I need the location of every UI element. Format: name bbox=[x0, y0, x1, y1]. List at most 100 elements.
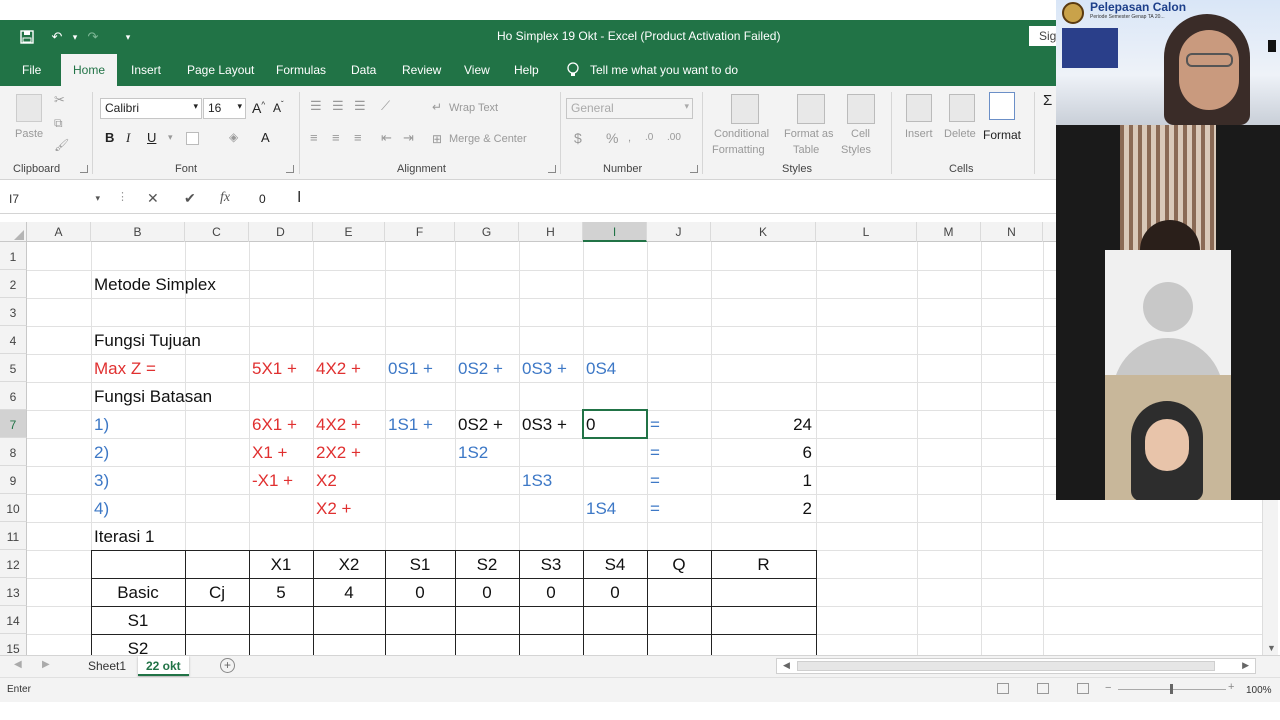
cell-g12[interactable]: S2 bbox=[455, 555, 519, 575]
cell-b6[interactable]: Fungsi Batasan bbox=[94, 387, 212, 407]
cell-e12[interactable]: X2 bbox=[313, 555, 385, 575]
row-header-12[interactable]: 12 bbox=[0, 550, 27, 578]
cell-d9[interactable]: -X1 + bbox=[252, 471, 293, 491]
row-header-8[interactable]: 8 bbox=[0, 438, 27, 466]
cell-i10[interactable]: 1S4 bbox=[586, 499, 616, 519]
decrease-font-icon[interactable]: Aˇ bbox=[273, 100, 284, 115]
align-center-icon[interactable]: ≡ bbox=[332, 130, 340, 145]
paste-button[interactable]: Paste bbox=[15, 128, 43, 140]
cell-b7[interactable]: 1) bbox=[94, 415, 109, 435]
cell-styles-label[interactable]: Cell bbox=[851, 128, 870, 140]
font-size-select[interactable]: 16 ▾ bbox=[203, 98, 246, 119]
horizontal-scrollbar[interactable]: ◀ ▶ bbox=[776, 658, 1256, 674]
redo-icon[interactable]: ↷ bbox=[84, 28, 102, 46]
column-header-n[interactable]: N bbox=[981, 222, 1043, 242]
italic-button[interactable]: I bbox=[126, 130, 130, 146]
cell-d8[interactable]: X1 + bbox=[252, 443, 287, 463]
format-cells-button[interactable]: Format bbox=[983, 128, 1021, 142]
number-format-select[interactable]: General ▾ bbox=[566, 98, 693, 119]
row-header-1[interactable]: 1 bbox=[0, 242, 27, 270]
row-header-2[interactable]: 2 bbox=[0, 270, 27, 298]
column-header-m[interactable]: M bbox=[917, 222, 981, 242]
cell-h7[interactable]: 0S3 + bbox=[522, 415, 567, 435]
sheet-tab-22-okt[interactable]: 22 okt bbox=[138, 656, 189, 676]
column-header-d[interactable]: D bbox=[249, 222, 313, 242]
row-header-13[interactable]: 13 bbox=[0, 578, 27, 606]
decrease-indent-icon[interactable]: ⇤ bbox=[381, 130, 392, 146]
cell-k12[interactable]: R bbox=[711, 555, 816, 575]
tab-data[interactable]: Data bbox=[351, 63, 376, 77]
row-header-6[interactable]: 6 bbox=[0, 382, 27, 410]
chevron-down-icon[interactable]: ▾ bbox=[168, 132, 173, 143]
row-header-4[interactable]: 4 bbox=[0, 326, 27, 354]
column-header-l[interactable]: L bbox=[816, 222, 917, 242]
tab-review[interactable]: Review bbox=[402, 63, 441, 77]
format-as-table-label-2[interactable]: Table bbox=[793, 144, 819, 156]
cancel-icon[interactable]: ✕ bbox=[147, 190, 159, 207]
cell-i5[interactable]: 0S4 bbox=[586, 359, 616, 379]
orientation-icon[interactable]: ⟋ bbox=[381, 98, 390, 114]
merge-center-button[interactable]: Merge & Center bbox=[449, 133, 527, 145]
page-layout-view-icon[interactable] bbox=[1037, 683, 1049, 694]
sheet-tab-sheet1[interactable]: Sheet1 bbox=[80, 656, 134, 676]
cell-h13[interactable]: 0 bbox=[519, 583, 583, 603]
cell-b13[interactable]: Basic bbox=[91, 583, 185, 603]
cell-h12[interactable]: S3 bbox=[519, 555, 583, 575]
cell-d7[interactable]: 6X1 + bbox=[252, 415, 297, 435]
enter-icon[interactable]: ✔ bbox=[184, 190, 196, 207]
row-header-10[interactable]: 10 bbox=[0, 494, 27, 522]
conditional-formatting-label[interactable]: Conditional bbox=[714, 128, 769, 140]
column-header-e[interactable]: E bbox=[313, 222, 385, 242]
number-launcher-icon[interactable] bbox=[690, 165, 698, 173]
insert-cells-button[interactable]: Insert bbox=[905, 128, 933, 140]
increase-font-icon[interactable]: A^ bbox=[252, 100, 265, 116]
bold-button[interactable]: B bbox=[105, 130, 114, 145]
undo-icon[interactable]: ↶ bbox=[48, 28, 66, 46]
scroll-down-icon[interactable]: ▼ bbox=[1267, 643, 1276, 653]
cell-b15[interactable]: S2 bbox=[91, 639, 185, 655]
add-sheet-icon[interactable]: + bbox=[220, 658, 235, 673]
customize-quick-access-icon[interactable]: ▾ bbox=[119, 28, 137, 46]
cell-d13[interactable]: 5 bbox=[249, 583, 313, 603]
cell-d12[interactable]: X1 bbox=[249, 555, 313, 575]
column-header-g[interactable]: G bbox=[455, 222, 519, 242]
column-header-b[interactable]: B bbox=[91, 222, 185, 242]
cell-b5[interactable]: Max Z = bbox=[94, 359, 156, 379]
cell-b4[interactable]: Fungsi Tujuan bbox=[94, 331, 201, 351]
cell-i13[interactable]: 0 bbox=[583, 583, 647, 603]
zoom-out-icon[interactable]: − bbox=[1105, 682, 1111, 694]
undo-dropdown-icon[interactable]: ▾ bbox=[66, 28, 84, 46]
cell-b14[interactable]: S1 bbox=[91, 611, 185, 631]
cell-e7[interactable]: 4X2 + bbox=[316, 415, 361, 435]
column-header-c[interactable]: C bbox=[185, 222, 249, 242]
column-header-h[interactable]: H bbox=[519, 222, 583, 242]
zoom-in-icon[interactable]: + bbox=[1228, 681, 1234, 693]
middle-align-icon[interactable]: ☰ bbox=[332, 98, 344, 114]
cell-f12[interactable]: S1 bbox=[385, 555, 455, 575]
save-icon[interactable] bbox=[18, 28, 36, 46]
column-header-a[interactable]: A bbox=[27, 222, 91, 242]
comma-style-icon[interactable]: , bbox=[628, 132, 631, 144]
cell-k8[interactable]: 6 bbox=[711, 443, 812, 463]
scroll-thumb[interactable] bbox=[797, 661, 1215, 671]
cell-b10[interactable]: 4) bbox=[94, 499, 109, 519]
cell-j9[interactable]: = bbox=[650, 471, 660, 491]
cell-d5[interactable]: 5X1 + bbox=[252, 359, 297, 379]
cell-b9[interactable]: 3) bbox=[94, 471, 109, 491]
underline-button[interactable]: U bbox=[147, 130, 156, 145]
cell-g13[interactable]: 0 bbox=[455, 583, 519, 603]
cell-g7[interactable]: 0S2 + bbox=[458, 415, 503, 435]
cell-j7[interactable]: = bbox=[650, 415, 660, 435]
cut-icon[interactable]: ✂ bbox=[54, 92, 65, 108]
cell-h9[interactable]: 1S3 bbox=[522, 471, 552, 491]
select-all-button[interactable] bbox=[0, 222, 27, 242]
borders-icon[interactable] bbox=[186, 132, 199, 145]
bottom-align-icon[interactable]: ☰ bbox=[354, 98, 366, 114]
top-align-icon[interactable]: ☰ bbox=[310, 98, 322, 114]
formula-input[interactable]: 0 bbox=[259, 192, 266, 206]
copy-icon[interactable]: ⧉ bbox=[54, 116, 63, 131]
increase-decimal-icon[interactable]: .0 bbox=[645, 132, 653, 143]
format-as-table-label[interactable]: Format as bbox=[784, 128, 834, 140]
format-painter-icon[interactable]: 🖌 bbox=[54, 138, 69, 152]
name-box[interactable]: I7 ▾ bbox=[4, 189, 104, 211]
